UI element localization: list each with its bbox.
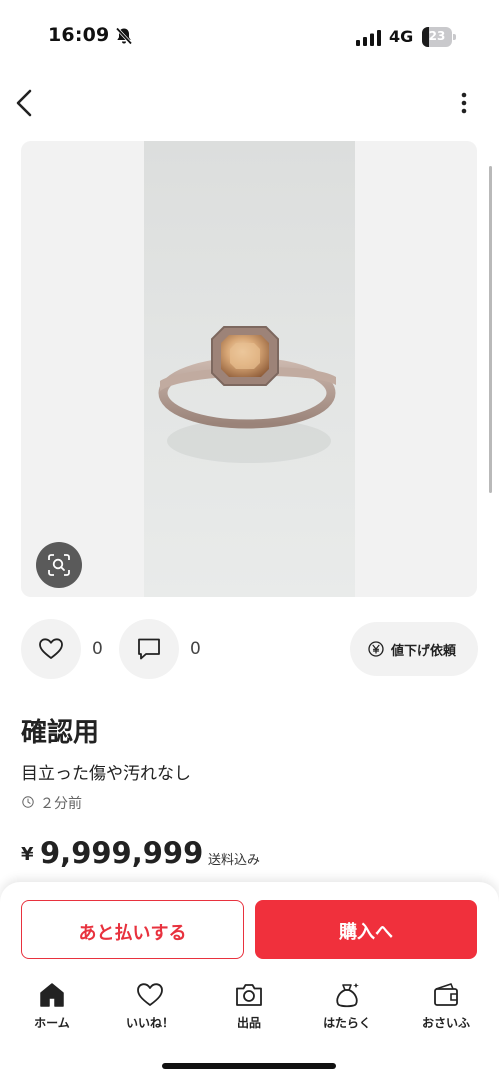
purchase-label: 購入へ — [339, 922, 393, 943]
product-photo — [144, 141, 355, 597]
battery-level: 23 — [428, 29, 446, 43]
tab-sell[interactable]: 出品 — [209, 980, 289, 1032]
yen-circle-icon — [368, 641, 384, 657]
price-value: 9,999,999 — [40, 836, 204, 870]
comment-button[interactable] — [119, 619, 179, 679]
tab-label-home: ホーム — [34, 1016, 70, 1030]
item-condition: 目立った傷や汚れなし — [21, 764, 191, 784]
purchase-button[interactable]: 購入へ — [255, 900, 477, 959]
like-count: 0 — [92, 639, 103, 659]
money-bag-icon — [336, 983, 359, 1008]
tab-label-wallet: おさいふ — [421, 1016, 470, 1030]
item-title: 確認用 — [21, 718, 100, 748]
scrollbar[interactable] — [489, 166, 492, 493]
price-request-label: 値下げ依頼 — [391, 644, 457, 659]
network-type: 4G — [389, 27, 414, 46]
home-icon — [40, 983, 64, 1007]
heart-icon — [39, 638, 63, 659]
shipping-included: 送料込み — [208, 853, 261, 868]
product-image-gallery[interactable] — [21, 141, 477, 597]
tab-label-likes: いいね！ — [125, 1016, 174, 1030]
home-indicator — [162, 1063, 336, 1069]
like-button[interactable] — [21, 619, 81, 679]
status-time: 16:09 — [48, 24, 110, 46]
tab-label-work: はたらく — [323, 1016, 371, 1030]
currency-symbol: ¥ — [21, 844, 34, 865]
back-button[interactable] — [10, 86, 42, 120]
clock-icon — [22, 796, 34, 808]
ring-image — [158, 326, 336, 463]
pay-later-label: あと払いする — [78, 923, 187, 944]
tab-likes[interactable]: いいね！ — [110, 980, 190, 1032]
battery-icon: 23 — [422, 27, 456, 47]
more-options-button[interactable] — [452, 88, 476, 118]
pay-later-button[interactable]: あと払いする — [21, 900, 244, 959]
posted-time: ２分前 — [40, 796, 82, 812]
heart-icon — [137, 983, 163, 1006]
tab-wallet[interactable]: おさいふ — [406, 980, 486, 1032]
wallet-icon — [434, 983, 458, 1006]
signal-icon — [356, 30, 381, 46]
tab-home[interactable]: ホーム — [12, 980, 92, 1032]
image-search-icon — [48, 554, 70, 576]
comment-count: 0 — [190, 639, 201, 659]
bell-muted-icon — [115, 27, 133, 45]
price-request-button[interactable]: 値下げ依頼 — [350, 622, 478, 676]
status-bar: 16:09 4G 23 — [0, 0, 499, 76]
tab-label-sell: 出品 — [236, 1016, 261, 1030]
comment-icon — [138, 638, 160, 660]
camera-icon — [236, 984, 262, 1006]
tab-work[interactable]: はたらく — [307, 980, 387, 1032]
image-search-button[interactable] — [36, 542, 82, 588]
